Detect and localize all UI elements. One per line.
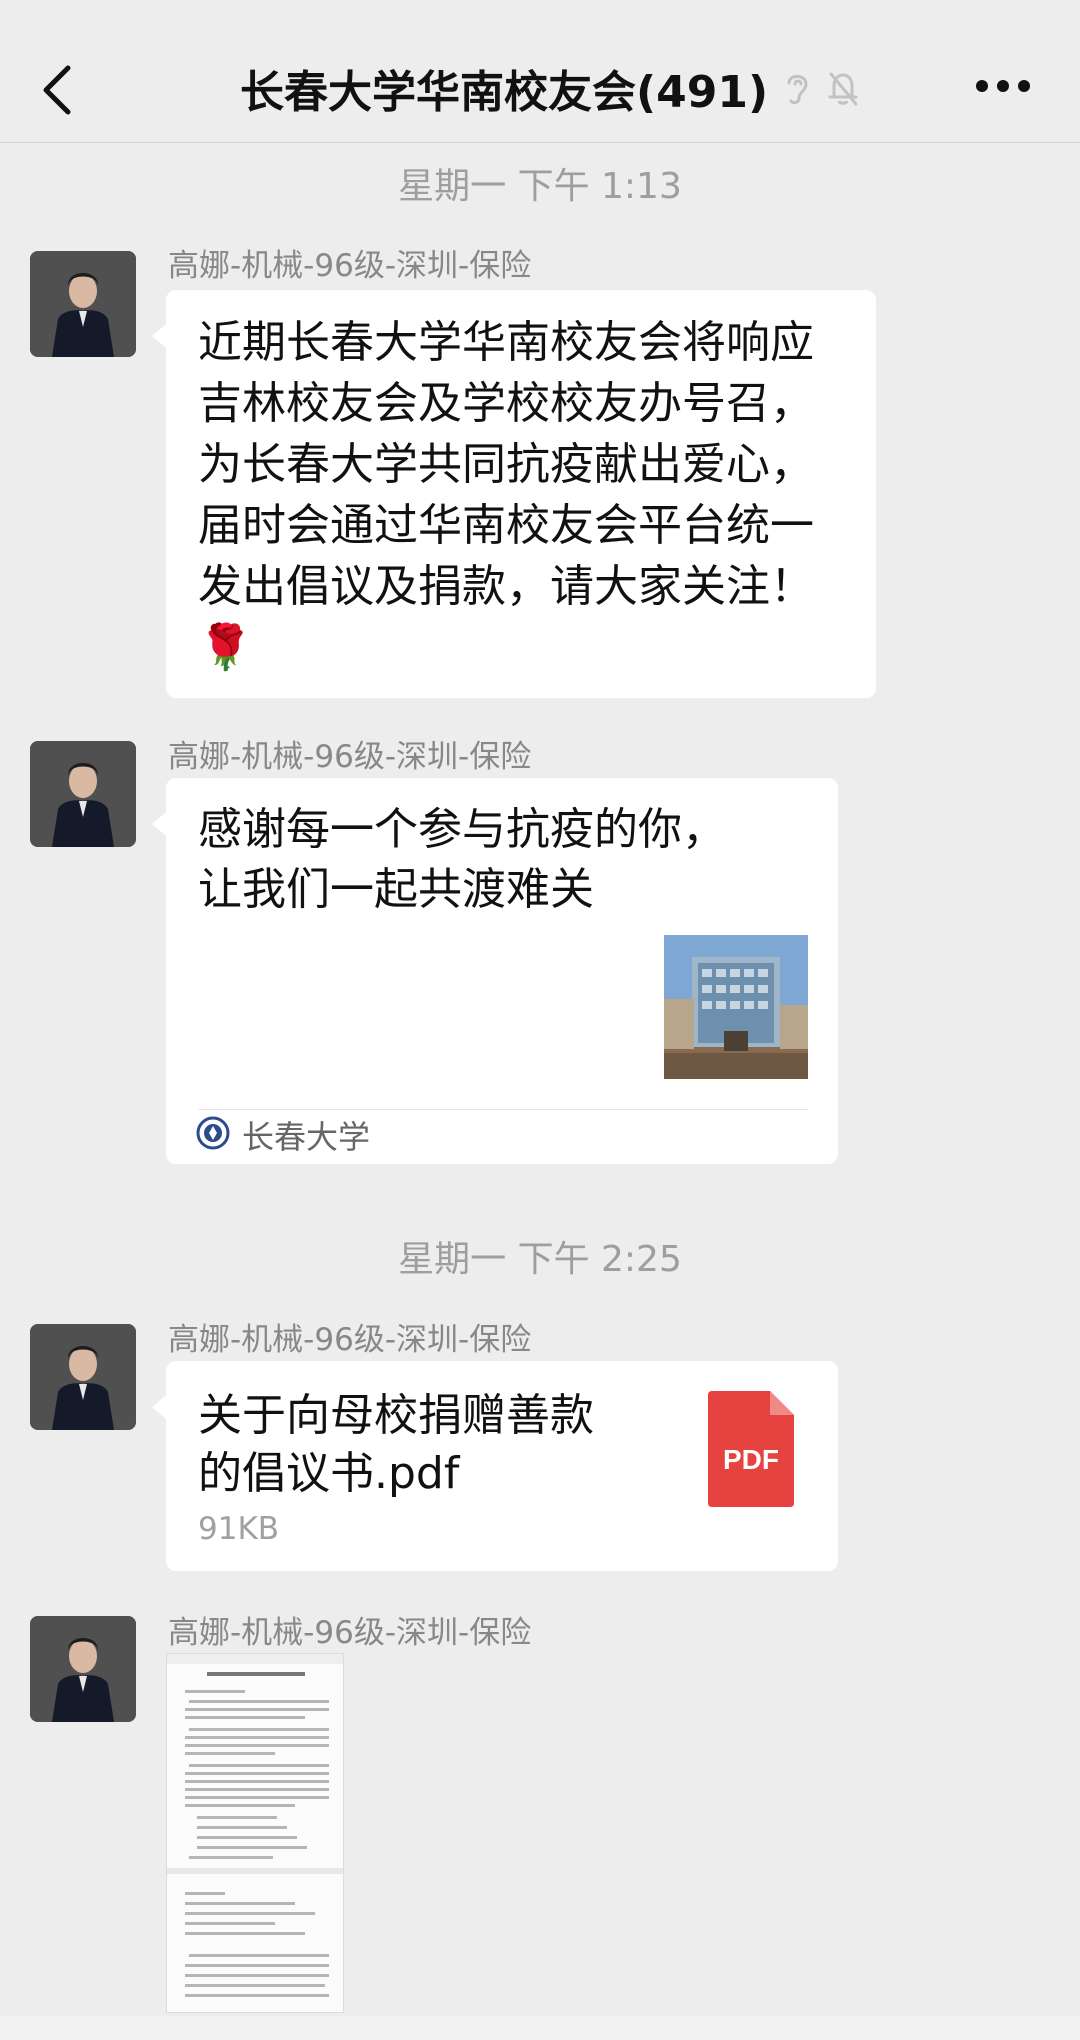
bottom-edge bbox=[0, 2016, 1080, 2040]
avatar-photo bbox=[30, 741, 136, 847]
chevron-left-icon[interactable] bbox=[38, 62, 74, 118]
sender-name: 高娜-机械-96级-深圳-保险 bbox=[168, 739, 532, 775]
message-text: 近期长春大学华南校友会将响应 吉林校友会及学校校友办号召， 为长春大学共同抗疫献… bbox=[198, 317, 814, 673]
link-thumbnail bbox=[664, 935, 808, 1079]
mute-bell-icon bbox=[828, 72, 858, 106]
avatar[interactable] bbox=[30, 251, 136, 357]
avatar-photo bbox=[30, 1616, 136, 1722]
timestamp: 星期一 下午 2:25 bbox=[398, 1239, 682, 1280]
avatar[interactable] bbox=[30, 741, 136, 847]
chat-header: 长春大学华南校友会(491) bbox=[0, 0, 1080, 143]
file-message-card[interactable]: 关于向母校捐赠善款 的倡议书.pdf 91KB PDF bbox=[152, 1361, 838, 1571]
avatar-photo bbox=[30, 251, 136, 357]
avatar[interactable] bbox=[30, 1324, 136, 1430]
file-size: 91KB bbox=[198, 1511, 280, 1547]
sender-name: 高娜-机械-96级-深圳-保险 bbox=[168, 248, 532, 284]
pdf-label: PDF bbox=[723, 1444, 779, 1475]
avatar-photo bbox=[30, 1324, 136, 1430]
more-dots-icon[interactable] bbox=[974, 78, 1032, 94]
ear-icon bbox=[787, 74, 808, 105]
document-image-message[interactable] bbox=[166, 1653, 344, 2013]
link-source-name: 长春大学 bbox=[242, 1118, 371, 1156]
university-logo-icon bbox=[196, 1116, 230, 1150]
link-card[interactable]: 感谢每一个参与抗疫的你， 让我们一起共渡难关 长春大学 bbox=[152, 778, 838, 1164]
chat-title[interactable]: 长春大学华南校友会(491) bbox=[240, 56, 768, 120]
sender-name: 高娜-机械-96级-深圳-保险 bbox=[168, 1615, 532, 1651]
title-group: 长春大学华南校友会(491) bbox=[240, 58, 860, 118]
sender-name: 高娜-机械-96级-深圳-保险 bbox=[168, 1322, 532, 1358]
document-preview bbox=[167, 1654, 343, 2012]
timestamp: 星期一 下午 1:13 bbox=[398, 166, 682, 207]
file-name: 关于向母校捐赠善款 的倡议书.pdf bbox=[198, 1390, 594, 1499]
pdf-file-icon: PDF bbox=[708, 1391, 794, 1507]
link-title: 感谢每一个参与抗疫的你， 让我们一起共渡难关 bbox=[198, 804, 726, 915]
text-message-bubble[interactable]: 近期长春大学华南校友会将响应 吉林校友会及学校校友办号召， 为长春大学共同抗疫献… bbox=[152, 290, 876, 698]
avatar[interactable] bbox=[30, 1616, 136, 1722]
link-divider bbox=[198, 1109, 808, 1110]
